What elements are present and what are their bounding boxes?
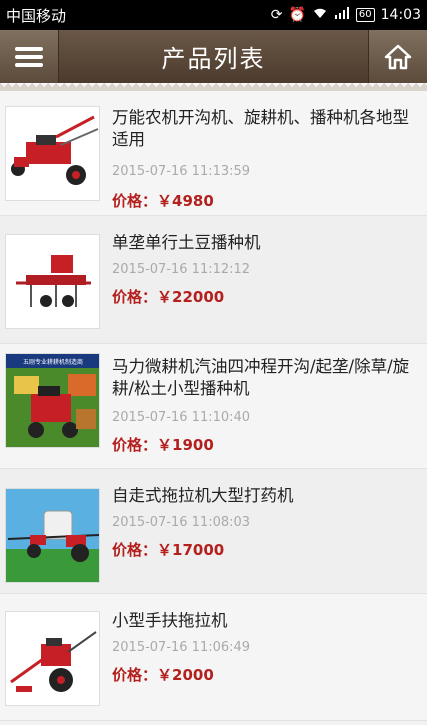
product-price: 价格：￥17000 bbox=[112, 539, 224, 560]
status-icons: ⟳ ⏰ 60 14:03 bbox=[271, 7, 421, 23]
page-title: 产品列表 bbox=[161, 45, 266, 73]
product-date: 2015-07-16 11:12:12 bbox=[112, 262, 251, 277]
product-name[interactable]: 自走式拖拉机大型打药机 bbox=[112, 485, 421, 507]
menu-button[interactable] bbox=[0, 30, 59, 83]
header-divider bbox=[0, 83, 427, 91]
product-name[interactable]: 万能农机开沟机、旋耕机、播种机各地型适用 bbox=[112, 107, 421, 151]
product-name[interactable]: 小型手扶拖拉机 bbox=[112, 610, 421, 632]
product-image bbox=[5, 234, 100, 329]
battery-icon: 60 bbox=[355, 8, 375, 22]
price-label: 价格： bbox=[112, 192, 158, 210]
product-item[interactable]: 单垄单行土豆播种机 2015-07-16 11:12:12 价格：￥22000 bbox=[0, 216, 427, 344]
product-item[interactable]: 五刚专业耕耕机制造商 马力微耕机汽油四冲程开沟/起垄/除草/旋耕/松土小型播种机… bbox=[0, 344, 427, 469]
price-value: ￥1900 bbox=[157, 436, 214, 454]
price-label: 价格： bbox=[112, 666, 158, 684]
product-image bbox=[5, 611, 100, 706]
product-name[interactable]: 单垄单行土豆播种机 bbox=[112, 232, 421, 254]
product-image bbox=[5, 488, 100, 583]
product-price: 价格：￥1900 bbox=[112, 434, 214, 455]
status-bar: 中国移动 ⟳ ⏰ 60 14:03 bbox=[0, 0, 427, 30]
price-value: ￥4980 bbox=[157, 192, 214, 210]
product-date: 2015-07-16 11:08:03 bbox=[112, 515, 251, 530]
image-banner: 五刚专业耕耕机制造商 bbox=[23, 358, 83, 366]
price-value: ￥17000 bbox=[157, 541, 225, 559]
product-date: 2015-07-16 11:13:59 bbox=[112, 164, 251, 179]
product-price: 价格：￥4980 bbox=[112, 190, 214, 211]
alarm-icon: ⏰ bbox=[288, 7, 306, 23]
home-button[interactable] bbox=[368, 30, 427, 83]
product-list: 万能农机开沟机、旋耕机、播种机各地型适用 2015-07-16 11:13:59… bbox=[0, 91, 427, 721]
product-price: 价格：￥22000 bbox=[112, 286, 224, 307]
product-price: 价格：￥2000 bbox=[112, 664, 214, 685]
product-item[interactable]: 小型手扶拖拉机 2015-07-16 11:06:49 价格：￥2000 bbox=[0, 594, 427, 721]
clock: 14:03 bbox=[380, 7, 421, 23]
sync-icon: ⟳ bbox=[270, 7, 283, 23]
product-image: 五刚专业耕耕机制造商 bbox=[5, 353, 100, 448]
app-header: 产品列表 bbox=[0, 30, 427, 83]
price-label: 价格： bbox=[112, 288, 158, 306]
product-date: 2015-07-16 11:10:40 bbox=[112, 410, 251, 425]
product-item[interactable]: 万能农机开沟机、旋耕机、播种机各地型适用 2015-07-16 11:13:59… bbox=[0, 91, 427, 216]
price-label: 价格： bbox=[112, 436, 158, 454]
signal-icon bbox=[334, 7, 350, 23]
product-item[interactable]: 自走式拖拉机大型打药机 2015-07-16 11:08:03 价格：￥1700… bbox=[0, 469, 427, 594]
carrier-label: 中国移动 bbox=[6, 6, 67, 25]
menu-icon bbox=[15, 46, 43, 67]
price-value: ￥22000 bbox=[157, 288, 225, 306]
price-label: 价格： bbox=[112, 541, 158, 559]
product-name[interactable]: 马力微耕机汽油四冲程开沟/起垄/除草/旋耕/松土小型播种机 bbox=[112, 356, 421, 400]
price-value: ￥2000 bbox=[157, 666, 214, 684]
product-date: 2015-07-16 11:06:49 bbox=[112, 640, 251, 655]
home-icon bbox=[384, 44, 412, 69]
product-image bbox=[5, 106, 100, 201]
wifi-icon bbox=[312, 7, 328, 23]
